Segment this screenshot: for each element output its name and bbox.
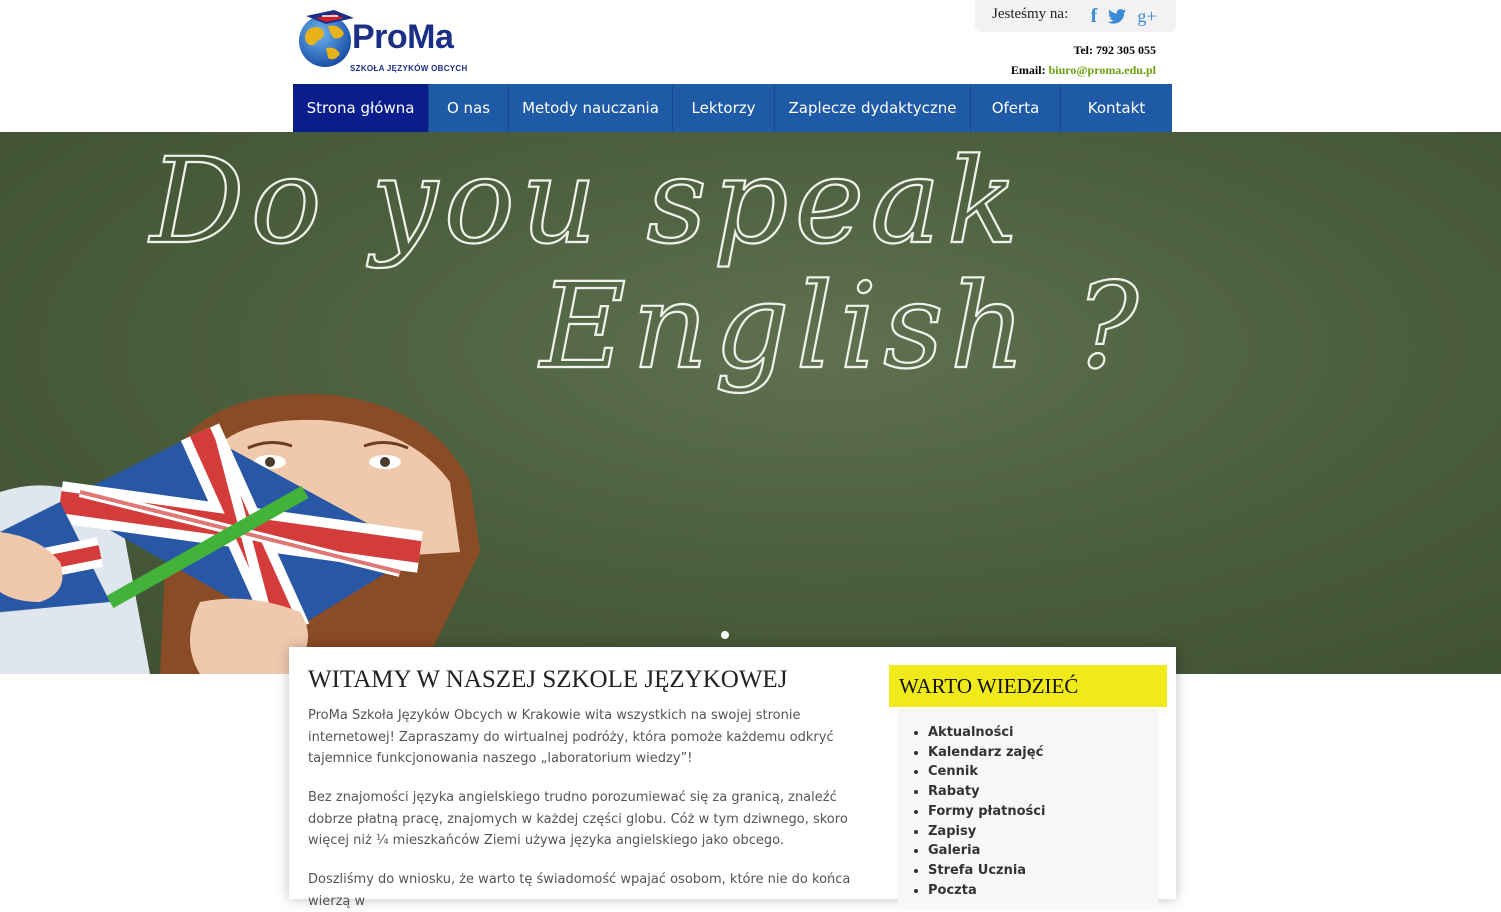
contact-phone: Tel: 792 305 055 xyxy=(1073,43,1156,57)
sidebar-item-gallery[interactable]: Galeria xyxy=(928,841,1045,861)
social-bar: Jesteśmy na: f g+ xyxy=(975,0,1176,32)
social-label: Jesteśmy na: xyxy=(992,6,1069,22)
facebook-icon[interactable]: f xyxy=(1083,5,1105,27)
hero-slider[interactable]: Do you speak English ? xyxy=(0,132,1501,674)
chalk-text-line1: Do you speak xyxy=(148,132,1024,270)
nav-item-teachers[interactable]: Lektorzy xyxy=(673,84,775,132)
main-nav: Strona główna O nas Metody nauczania Lek… xyxy=(293,84,1172,132)
intro-paragraph-2: Bez znajomości języka angielskiego trudn… xyxy=(308,790,848,848)
hero-image: Do you speak English ? xyxy=(0,132,1144,674)
nav-item-home[interactable]: Strona główna xyxy=(293,84,429,132)
sidebar-menu: Aktualności Kalendarz zajęć Cennik Rabat… xyxy=(909,723,1045,900)
sidebar-item-payment[interactable]: Formy płatności xyxy=(928,802,1045,822)
site-logo[interactable]: ProMa SZKOŁA JĘZYKÓW OBCYCH xyxy=(296,2,476,74)
sidebar-item-enrollment[interactable]: Zapisy xyxy=(928,822,1045,842)
sidebar-item-news[interactable]: Aktualności xyxy=(928,723,1045,743)
slider-dot[interactable] xyxy=(721,631,729,639)
nav-item-facilities[interactable]: Zaplecze dydaktyczne xyxy=(775,84,971,132)
contact-email: Email: biuro@proma.edu.pl xyxy=(1010,63,1156,77)
sidebar-title: WARTO WIEDZIEĆ xyxy=(889,665,1167,707)
content-box: WITAMY W NASZEJ SZKOLE JĘZYKOWEJ ProMa S… xyxy=(289,647,1176,909)
sidebar-item-discounts[interactable]: Rabaty xyxy=(928,782,1045,802)
welcome-title: WITAMY W NASZEJ SZKOLE JĘZYKOWEJ xyxy=(308,666,788,693)
sidebar-item-calendar[interactable]: Kalendarz zajęć xyxy=(928,743,1045,763)
logo-tagline: SZKOŁA JĘZYKÓW OBCYCH xyxy=(350,64,468,73)
site-header: ProMa SZKOŁA JĘZYKÓW OBCYCH Jesteśmy na:… xyxy=(0,0,1501,84)
nav-item-contact[interactable]: Kontakt xyxy=(1061,84,1172,132)
email-link[interactable]: biuro@proma.edu.pl xyxy=(1049,63,1156,77)
nav-item-about[interactable]: O nas xyxy=(429,84,509,132)
sidebar-item-mail[interactable]: Poczta xyxy=(928,881,1045,901)
intro-paragraph-1: ProMa Szkoła Języków Obcych w Krakowie w… xyxy=(308,708,834,766)
sidebar-item-student-zone[interactable]: Strefa Ucznia xyxy=(928,861,1045,881)
sidebar-item-pricing[interactable]: Cennik xyxy=(928,762,1045,782)
google-plus-icon[interactable]: g+ xyxy=(1136,5,1158,27)
intro-paragraph-3: Doszliśmy do wniosku, że warto tę świado… xyxy=(308,872,851,909)
nav-item-methods[interactable]: Metody nauczania xyxy=(509,84,673,132)
logo-wordmark: ProMa xyxy=(352,18,454,56)
chalk-text-line2: English ? xyxy=(538,257,1144,395)
twitter-icon[interactable] xyxy=(1106,5,1128,27)
nav-item-offer[interactable]: Oferta xyxy=(971,84,1061,132)
globe-logo-icon xyxy=(299,10,354,67)
